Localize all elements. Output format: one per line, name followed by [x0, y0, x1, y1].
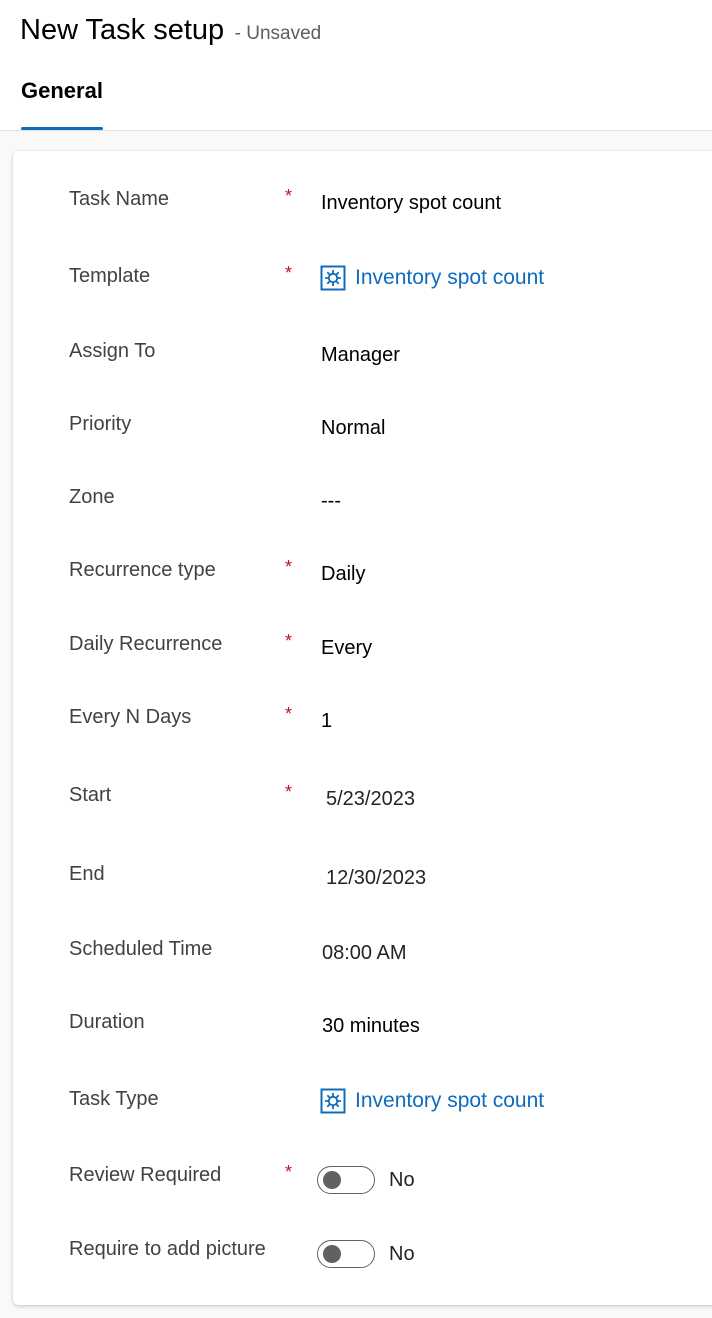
field-task-name: Task Name * Inventory spot count — [13, 186, 712, 228]
page-header: New Task setup - Unsaved General — [0, 0, 712, 131]
duration-field[interactable]: 30 minutes — [322, 1015, 420, 1038]
daily-recurrence-field[interactable]: Every — [321, 637, 372, 660]
page-title: New Task setup — [20, 14, 225, 46]
tab-general[interactable]: General — [21, 78, 103, 130]
task-name-field[interactable]: Inventory spot count — [321, 192, 501, 215]
save-status: - Unsaved — [234, 23, 322, 44]
start-label: Start — [69, 784, 112, 806]
priority-label: Priority — [69, 413, 132, 435]
duration-label: Duration — [69, 1011, 145, 1033]
entity-record-icon — [320, 265, 346, 291]
end-date-field[interactable]: 12/30/2023 — [326, 867, 426, 890]
zone-field[interactable]: --- — [321, 490, 341, 513]
field-review-required: Review Required * No — [13, 1162, 712, 1204]
require-picture-toggle[interactable] — [317, 1240, 375, 1268]
every-n-days-field[interactable]: 1 — [321, 710, 332, 733]
toggle-knob — [323, 1245, 341, 1263]
field-require-picture: Require to add picture No — [13, 1238, 712, 1278]
field-template: Template * Inventory spot count — [13, 263, 712, 305]
zone-label: Zone — [69, 486, 115, 508]
assign-to-field[interactable]: Manager — [321, 344, 400, 367]
scheduled-time-field[interactable]: 08:00 AM — [322, 942, 407, 965]
recurrence-type-field[interactable]: Daily — [321, 563, 365, 586]
toggle-knob — [323, 1171, 341, 1189]
task-type-label: Task Type — [69, 1088, 159, 1110]
title-row: New Task setup - Unsaved — [20, 14, 321, 47]
required-marker: * — [285, 263, 293, 283]
required-marker: * — [285, 631, 293, 651]
field-assign-to: Assign To Manager — [13, 340, 712, 380]
review-required-toggle[interactable] — [317, 1166, 375, 1194]
task-type-link[interactable]: Inventory spot count — [320, 1088, 544, 1114]
tab-active-indicator — [21, 127, 103, 130]
field-every-n-days: Every N Days * 1 — [13, 704, 712, 746]
required-marker: * — [285, 704, 293, 724]
priority-field[interactable]: Normal — [321, 417, 385, 440]
require-picture-control: No — [317, 1240, 415, 1268]
task-type-link-text: Inventory spot count — [355, 1089, 545, 1112]
recurrence-type-label: Recurrence type — [69, 559, 216, 581]
form-card: Task Name * Inventory spot count Templat… — [13, 151, 712, 1305]
daily-recurrence-label: Daily Recurrence — [69, 633, 223, 655]
scheduled-time-label: Scheduled Time — [69, 938, 213, 960]
template-label: Template — [69, 265, 151, 287]
template-link[interactable]: Inventory spot count — [320, 265, 544, 291]
tab-general-label: General — [21, 78, 103, 103]
start-date-field[interactable]: 5/23/2023 — [326, 788, 415, 811]
require-picture-label: Require to add picture — [69, 1238, 266, 1260]
template-link-text: Inventory spot count — [355, 266, 545, 289]
field-start: Start * 5/23/2023 — [13, 782, 712, 824]
end-label: End — [69, 863, 105, 885]
review-required-label: Review Required — [69, 1164, 222, 1186]
field-scheduled-time: Scheduled Time 08:00 AM — [13, 938, 712, 978]
field-zone: Zone --- — [13, 486, 712, 526]
assign-to-label: Assign To — [69, 340, 156, 362]
required-marker: * — [285, 557, 293, 577]
required-marker: * — [285, 782, 293, 802]
field-recurrence-type: Recurrence type * Daily — [13, 557, 712, 599]
field-daily-recurrence: Daily Recurrence * Every — [13, 631, 712, 673]
field-priority: Priority Normal — [13, 413, 712, 453]
entity-record-icon — [320, 1088, 346, 1114]
every-n-days-label: Every N Days — [69, 706, 192, 728]
review-required-state: No — [389, 1168, 415, 1191]
required-marker: * — [285, 186, 293, 206]
required-marker: * — [285, 1162, 293, 1182]
review-required-control: No — [317, 1166, 415, 1194]
task-name-label: Task Name — [69, 188, 170, 210]
field-end: End 12/30/2023 — [13, 863, 712, 903]
field-task-type: Task Type Inventory spot count — [13, 1088, 712, 1128]
require-picture-state: No — [389, 1242, 415, 1265]
field-duration: Duration 30 minutes — [13, 1011, 712, 1051]
